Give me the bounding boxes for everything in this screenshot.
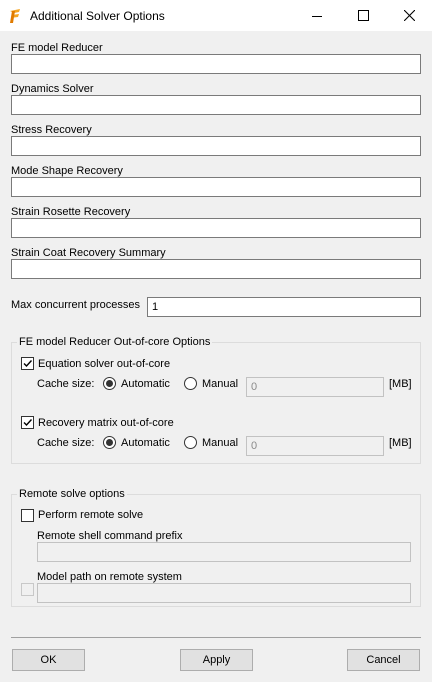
equation-automatic-label: Automatic: [121, 378, 170, 390]
recovery-automatic-radio[interactable]: [103, 436, 116, 449]
recovery-automatic-label: Automatic: [121, 437, 170, 449]
equation-manual-radio[interactable]: [184, 377, 197, 390]
model-path-input[interactable]: [37, 583, 411, 603]
remote-options-title: Remote solve options: [17, 487, 127, 501]
strain-rosette-recovery-label: Strain Rosette Recovery: [11, 206, 131, 218]
equation-manual-label: Manual: [202, 378, 239, 390]
fe-model-reducer-label: FE model Reducer: [11, 42, 103, 54]
minimize-button[interactable]: [294, 0, 340, 31]
app-icon: [8, 8, 24, 24]
ooc-options-title: FE model Reducer Out-of-core Options: [17, 335, 213, 349]
recovery-manual-radio[interactable]: [184, 436, 197, 449]
recovery-matrix-checkbox[interactable]: [21, 416, 34, 429]
strain-rosette-recovery-input[interactable]: [11, 218, 421, 238]
equation-cache-unit: [MB]: [389, 378, 412, 390]
recovery-matrix-label: Recovery matrix out-of-core: [38, 417, 174, 429]
dynamics-solver-label: Dynamics Solver: [11, 83, 94, 95]
maximize-button[interactable]: [340, 0, 386, 31]
recovery-manual-label: Manual: [202, 437, 239, 449]
model-path-label: Model path on remote system: [37, 571, 182, 583]
recovery-cache-input[interactable]: 0: [246, 436, 384, 456]
check-icon: [23, 419, 33, 427]
equation-cache-input[interactable]: 0: [246, 377, 384, 397]
mode-shape-recovery-input[interactable]: [11, 177, 421, 197]
ok-button[interactable]: OK: [12, 649, 85, 671]
stress-recovery-label: Stress Recovery: [11, 124, 92, 136]
close-button[interactable]: [386, 0, 432, 31]
perform-remote-checkbox[interactable]: [21, 509, 34, 522]
remote-prefix-label: Remote shell command prefix: [37, 530, 183, 542]
check-icon: [23, 360, 33, 368]
window-title: Additional Solver Options: [30, 9, 165, 23]
mode-shape-recovery-label: Mode Shape Recovery: [11, 165, 123, 177]
close-icon: [403, 10, 415, 21]
strain-coat-recovery-label: Strain Coat Recovery Summary: [11, 247, 166, 259]
equation-solver-label: Equation solver out-of-core: [38, 358, 171, 370]
equation-automatic-radio[interactable]: [103, 377, 116, 390]
recovery-cache-unit: [MB]: [389, 437, 412, 449]
equation-solver-checkbox[interactable]: [21, 357, 34, 370]
title-bar: Additional Solver Options: [0, 0, 432, 31]
recovery-cache-label: Cache size:: [37, 437, 95, 449]
cancel-button[interactable]: Cancel: [347, 649, 420, 671]
fe-model-reducer-input[interactable]: [11, 54, 421, 74]
stress-recovery-input[interactable]: [11, 136, 421, 156]
equation-cache-label: Cache size:: [37, 378, 95, 390]
max-concurrent-input[interactable]: 1: [147, 297, 421, 317]
apply-button[interactable]: Apply: [180, 649, 253, 671]
remote-prefix-input[interactable]: [37, 542, 411, 562]
minimize-icon: [312, 15, 322, 17]
model-path-checkbox[interactable]: [21, 583, 34, 596]
dynamics-solver-input[interactable]: [11, 95, 421, 115]
button-separator: [11, 637, 421, 638]
perform-remote-label: Perform remote solve: [38, 509, 144, 521]
max-concurrent-label: Max concurrent processes: [11, 299, 140, 311]
strain-coat-recovery-input[interactable]: [11, 259, 421, 279]
maximize-icon: [357, 10, 369, 21]
